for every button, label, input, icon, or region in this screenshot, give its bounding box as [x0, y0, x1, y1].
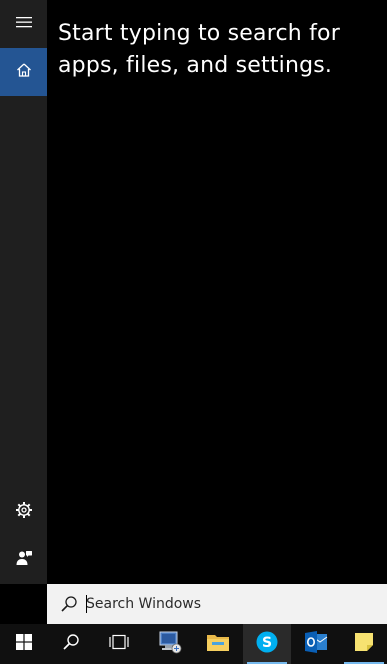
gear-icon — [15, 501, 33, 524]
search-icon — [62, 633, 80, 656]
settings-button[interactable] — [0, 488, 47, 536]
left-rail — [0, 0, 47, 584]
main-panel: Start typing to search for apps, files, … — [47, 0, 387, 584]
taskbar-outlook[interactable] — [292, 624, 340, 664]
task-view-icon — [109, 634, 129, 655]
search-icon — [59, 594, 79, 614]
computer-network-icon — [158, 630, 182, 659]
taskbar-network-app[interactable] — [146, 624, 194, 664]
start-button[interactable] — [0, 624, 48, 664]
feedback-icon — [15, 549, 33, 572]
text-cursor — [86, 595, 87, 613]
menu-button[interactable] — [0, 0, 47, 48]
taskbar-skype[interactable]: S — [243, 624, 291, 664]
task-view-button[interactable] — [95, 624, 143, 664]
home-icon — [16, 62, 32, 83]
windows-logo-icon — [16, 633, 32, 655]
taskbar-file-explorer[interactable] — [194, 624, 242, 664]
folder-icon — [206, 631, 230, 658]
search-input[interactable] — [86, 596, 366, 612]
search-bar[interactable] — [47, 584, 387, 624]
taskbar-sticky-notes[interactable] — [340, 624, 387, 664]
home-button[interactable] — [0, 48, 47, 96]
taskbar: S — [0, 624, 387, 664]
svg-text:S: S — [262, 635, 272, 651]
outlook-icon — [304, 630, 328, 658]
search-hint-text: Start typing to search for apps, files, … — [58, 21, 340, 78]
feedback-button[interactable] — [0, 536, 47, 584]
sticky-notes-icon — [353, 631, 375, 658]
hamburger-icon — [15, 15, 32, 33]
skype-icon: S — [255, 630, 279, 659]
taskbar-search-button[interactable] — [47, 624, 95, 664]
cortana-search-panel: Start typing to search for apps, files, … — [0, 0, 387, 664]
